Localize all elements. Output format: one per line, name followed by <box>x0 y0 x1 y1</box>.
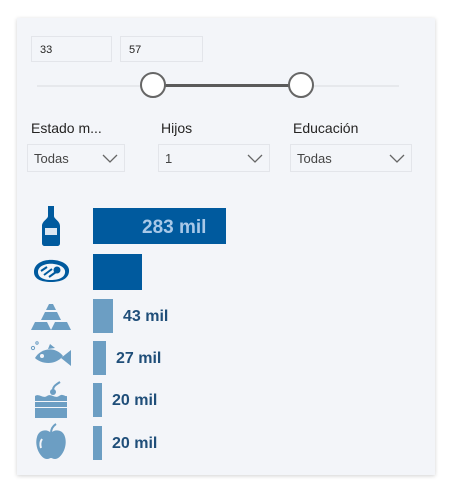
sweets-icon <box>35 381 67 418</box>
range-max-input[interactable]: 57 <box>120 36 203 62</box>
slicer-panel: 33 57 Estado m... Hijos Educación Todas … <box>17 18 435 475</box>
filter-dropdown-educacion[interactable]: Todas <box>290 144 412 172</box>
chevron-down-icon <box>102 154 118 163</box>
dropdown-value: Todas <box>34 151 69 166</box>
range-track-fill <box>152 84 302 87</box>
dropdown-value: 1 <box>165 151 173 166</box>
bar-row-gold[interactable]: 43 mil <box>17 296 435 336</box>
filter-label-hijos: Hijos <box>161 120 193 136</box>
range-min-input[interactable]: 33 <box>31 36 112 62</box>
range-min-handle[interactable] <box>139 72 166 98</box>
bar[interactable] <box>93 341 106 375</box>
bar-row-meat[interactable] <box>17 252 435 292</box>
filter-dropdown-hijos[interactable]: 1 <box>158 144 270 172</box>
bar-label: 20 mil <box>112 392 158 409</box>
bar[interactable] <box>93 299 113 333</box>
chevron-down-icon <box>389 154 405 163</box>
bottle-icon <box>42 206 60 246</box>
filter-label-educacion: Educación <box>293 120 359 136</box>
bar-label: 20 mil <box>112 435 158 452</box>
meat-icon <box>34 259 70 282</box>
bar-row-fruit[interactable]: 20 mil <box>17 423 435 463</box>
range-max-handle[interactable] <box>288 72 315 98</box>
bar-row-bottle[interactable]: 283 mil <box>17 206 435 246</box>
fish-icon <box>30 341 71 366</box>
chevron-down-icon <box>247 154 263 163</box>
fruit-icon <box>36 423 66 459</box>
bar[interactable] <box>93 426 102 460</box>
gold-icon <box>31 304 71 330</box>
filter-label-estado: Estado m... <box>31 120 102 136</box>
bar-row-sweets[interactable]: 20 mil <box>17 380 435 420</box>
bar[interactable] <box>93 383 102 417</box>
bar-row-fish[interactable]: 27 mil <box>17 338 435 378</box>
bar-label: 27 mil <box>116 350 162 367</box>
bar-label: 43 mil <box>123 308 169 325</box>
filter-dropdown-estado[interactable]: Todas <box>27 144 125 172</box>
bar-label: 283 mil <box>142 217 207 238</box>
dropdown-value: Todas <box>297 151 332 166</box>
bar[interactable] <box>93 254 142 290</box>
